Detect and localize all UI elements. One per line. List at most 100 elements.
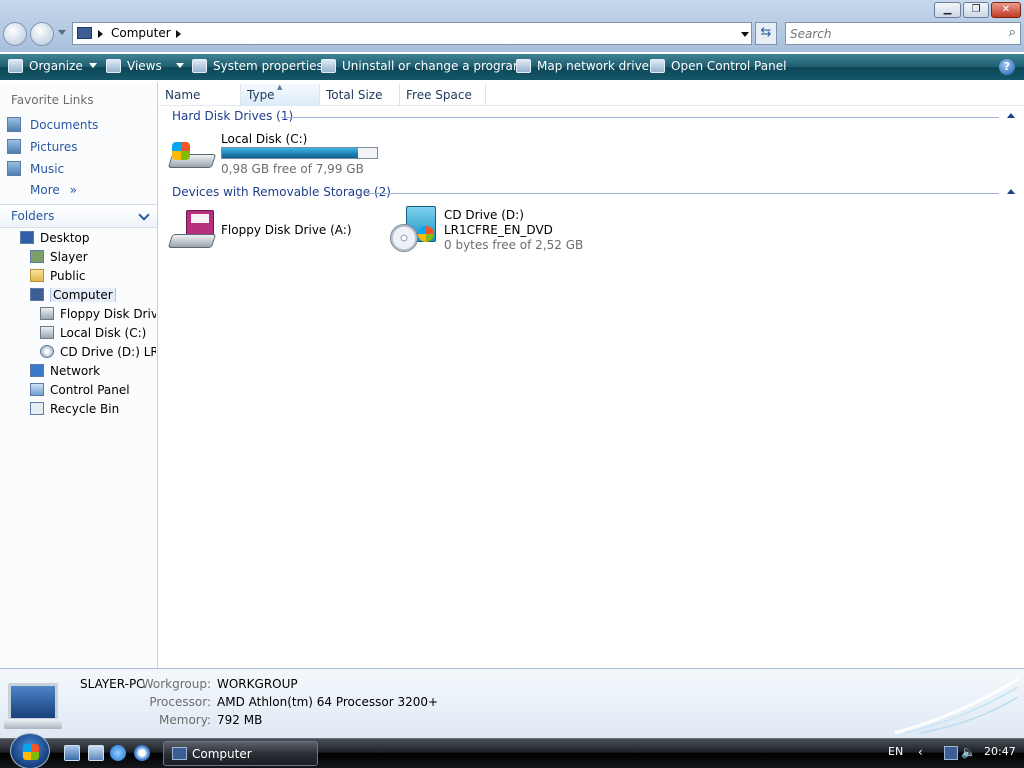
open-control-panel-button[interactable]: Open Control Panel	[650, 59, 786, 73]
internet-explorer-icon[interactable]	[110, 745, 126, 761]
views-label: Views	[127, 59, 162, 73]
favorite-music[interactable]: Music	[7, 161, 64, 176]
tree-item-control-panel[interactable]: Control Panel	[30, 383, 130, 397]
media-player-icon[interactable]	[134, 745, 150, 761]
views-button[interactable]: Views	[106, 59, 184, 73]
network-status-icon[interactable]	[944, 746, 958, 760]
group-removable-storage[interactable]: Devices with Removable Storage (2)	[172, 185, 391, 199]
programs-icon	[321, 59, 336, 73]
file-list[interactable]: Name ▲ Type Total Size Free Space Hard D…	[159, 82, 1024, 668]
local-disk-capacity-bar	[221, 147, 378, 159]
favorite-links-title: Favorite Links	[11, 93, 94, 107]
address-dropdown-icon[interactable]	[741, 32, 749, 37]
cd-drive-name[interactable]: CD Drive (D:)	[444, 208, 524, 222]
double-chevron-icon: »	[69, 183, 77, 197]
column-header-type[interactable]: ▲ Type	[241, 83, 320, 106]
favorite-label: Documents	[30, 118, 99, 132]
desktop-icon	[20, 231, 34, 244]
floppy-drive-icon	[40, 307, 54, 320]
user-folder-icon	[30, 250, 44, 263]
memory-label: Memory:	[159, 713, 211, 727]
processor-value: AMD Athlon(tm) 64 Processor 3200+	[217, 695, 439, 709]
group-hard-disk-drives[interactable]: Hard Disk Drives (1)	[172, 109, 293, 123]
floppy-drive-icon[interactable]	[167, 210, 217, 250]
favorite-label: Music	[30, 162, 65, 176]
column-header-free-space[interactable]: Free Space	[400, 84, 486, 106]
more-links-button[interactable]: More »	[30, 183, 77, 197]
switch-windows-icon[interactable]	[88, 745, 104, 761]
show-hidden-icons-icon[interactable]: ‹	[918, 745, 923, 759]
start-button[interactable]	[10, 733, 50, 768]
tree-item-public[interactable]: Public	[30, 269, 86, 283]
tree-item-cd-drive[interactable]: CD Drive (D:) LR1C	[40, 345, 156, 359]
collapse-group-icon[interactable]	[1007, 113, 1015, 118]
back-button[interactable]	[3, 22, 27, 46]
close-button[interactable]: ✕	[991, 2, 1021, 18]
recent-pages-dropdown[interactable]	[58, 30, 66, 35]
language-indicator[interactable]: EN	[888, 745, 903, 758]
tree-item-floppy[interactable]: Floppy Disk Drive	[40, 307, 156, 321]
map-network-drive-button[interactable]: Map network drive	[516, 59, 649, 73]
system-properties-button[interactable]: System properties	[192, 59, 323, 73]
computer-name: SLAYER-PC	[80, 677, 145, 691]
chevron-right-icon[interactable]	[98, 30, 103, 38]
floppy-drive-name[interactable]: Floppy Disk Drive (A:)	[221, 223, 352, 237]
control-panel-label: Open Control Panel	[671, 59, 787, 73]
tree-label: Control Panel	[50, 383, 130, 397]
tree-item-network[interactable]: Network	[30, 364, 100, 378]
chevron-right-icon[interactable]	[176, 30, 181, 38]
cd-drive-free-space: 0 bytes free of 2,52 GB	[444, 238, 584, 252]
favorite-documents[interactable]: Documents	[7, 117, 98, 132]
workgroup-label: Workgroup:	[141, 677, 211, 691]
capacity-bar-fill	[222, 148, 359, 158]
tree-item-desktop[interactable]: Desktop	[20, 231, 90, 245]
organize-button[interactable]: Organize	[8, 59, 97, 73]
workgroup-value: WORKGROUP	[217, 677, 298, 691]
folders-title: Folders	[11, 209, 55, 223]
collapse-group-icon[interactable]	[1007, 189, 1015, 194]
address-bar[interactable]: Computer	[72, 22, 752, 45]
tree-item-computer[interactable]: Computer	[30, 288, 116, 302]
tree-label: CD Drive (D:) LR1C	[60, 345, 156, 359]
map-drive-label: Map network drive	[537, 59, 650, 73]
group-divider	[281, 117, 999, 118]
computer-icon	[77, 27, 92, 39]
search-icon[interactable]: ⌕	[1009, 25, 1016, 40]
search-input[interactable]	[790, 25, 990, 42]
show-desktop-icon[interactable]	[64, 745, 80, 761]
help-icon[interactable]: ?	[999, 59, 1015, 75]
tree-item-slayer[interactable]: Slayer	[30, 250, 88, 264]
system-properties-label: System properties	[213, 59, 323, 73]
uninstall-program-button[interactable]: Uninstall or change a program	[321, 59, 525, 73]
drive-body-shape	[167, 218, 217, 250]
cd-drive-icon[interactable]	[390, 206, 438, 254]
clock[interactable]: 20:47	[984, 745, 1016, 758]
forward-button[interactable]	[30, 22, 54, 46]
column-header-total-size[interactable]: Total Size	[320, 84, 400, 106]
cd-drive-icon	[40, 345, 54, 358]
folders-header[interactable]: Folders	[0, 204, 157, 228]
taskbar-button-computer[interactable]: Computer	[163, 741, 318, 766]
tree-label: Desktop	[40, 231, 90, 245]
organize-label: Organize	[29, 59, 83, 73]
local-disk-name[interactable]: Local Disk (C:)	[221, 132, 307, 146]
column-header-name[interactable]: Name	[159, 84, 241, 106]
chevron-down-icon[interactable]	[138, 209, 150, 221]
control-panel-icon	[650, 59, 665, 73]
tree-item-local-disk[interactable]: Local Disk (C:)	[40, 326, 146, 340]
navigation-pane: Favorite Links Documents Pictures Music …	[0, 82, 158, 668]
chevron-down-icon[interactable]	[175, 63, 184, 68]
breadcrumb-computer[interactable]: Computer	[111, 26, 171, 40]
tree-label: Floppy Disk Drive	[60, 307, 156, 321]
network-drive-icon	[516, 59, 531, 73]
refresh-button[interactable]: ⇆	[755, 22, 777, 45]
favorite-pictures[interactable]: Pictures	[7, 139, 78, 154]
tree-label: Slayer	[50, 250, 88, 264]
local-disk-icon[interactable]	[167, 138, 217, 170]
search-box[interactable]: ⌕	[785, 22, 1021, 45]
computer-base-icon	[4, 719, 62, 729]
minimize-button[interactable]: ▁	[934, 2, 961, 18]
tree-item-recycle-bin[interactable]: Recycle Bin	[30, 402, 119, 416]
maximize-button[interactable]: ❐	[963, 2, 989, 18]
volume-icon[interactable]: 🔈	[961, 745, 976, 759]
